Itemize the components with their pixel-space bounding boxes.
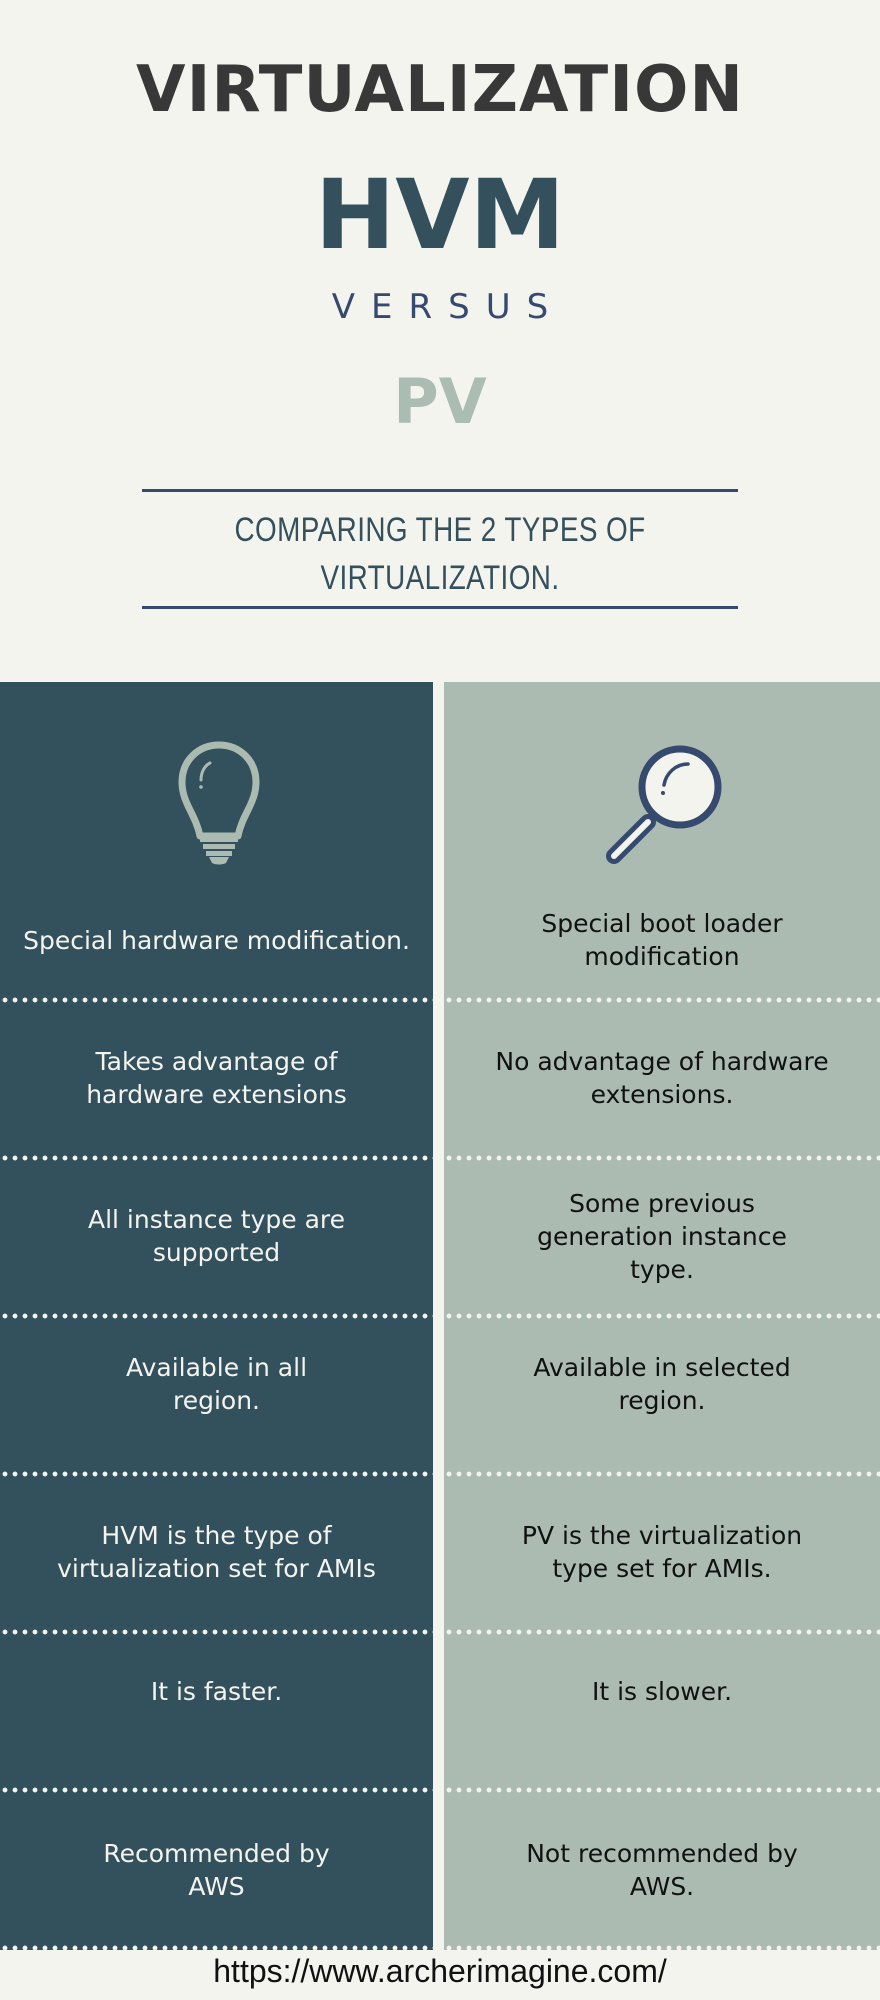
row-divider	[444, 1313, 880, 1319]
subtitle-line-2: VIRTUALIZATION.	[320, 559, 560, 597]
row-divider	[0, 1787, 433, 1793]
hvm-feature-5: HVM is the type of virtualization set fo…	[57, 1521, 376, 1583]
hvm-feature-1: Special hardware modification.	[23, 925, 410, 955]
pv-feature-5: PV is the virtualization type set for AM…	[521, 1521, 803, 1583]
pv-heading: PV	[393, 365, 487, 438]
lightbulb-icon	[176, 740, 262, 866]
subtitle-top-divider	[142, 489, 738, 492]
row-divider	[0, 997, 433, 1003]
subtitle-line-1: COMPARING THE 2 TYPES OF	[234, 511, 646, 549]
versus-label: VERSUS	[331, 287, 565, 327]
hvm-feature-3: All instance type are supported	[87, 1205, 346, 1267]
magnifying-glass-icon	[598, 740, 728, 870]
row-divider	[444, 1155, 880, 1161]
pv-feature-6: It is slower.	[591, 1677, 733, 1706]
row-divider	[0, 1313, 433, 1319]
hvm-feature-4: Available in all region.	[125, 1353, 308, 1415]
infographic-title: VIRTUALIZATION	[136, 53, 744, 127]
row-divider	[0, 1471, 433, 1477]
row-divider	[444, 997, 880, 1003]
pv-feature-4: Available in selected region.	[533, 1353, 791, 1415]
hvm-heading: HVM	[314, 159, 566, 271]
pv-feature-1: Special boot loader modification	[541, 909, 783, 971]
subtitle-bottom-divider	[142, 606, 738, 609]
hvm-feature-7: Recommended by AWS	[103, 1839, 330, 1901]
row-divider	[444, 1471, 880, 1477]
subtitle: COMPARING THE 2 TYPES OF VIRTUALIZATION.	[196, 506, 685, 602]
source-url[interactable]: https://www.archerimagine.com/	[0, 1951, 880, 1991]
hvm-feature-6: It is faster.	[150, 1677, 283, 1706]
pv-feature-7: Not recommended by AWS.	[526, 1839, 798, 1901]
pv-feature-3: Some previous generation instance type.	[537, 1188, 787, 1284]
hvm-feature-2: Takes advantage of hardware extensions	[86, 1047, 347, 1109]
pv-feature-2: No advantage of hardware extensions.	[495, 1047, 829, 1109]
row-divider	[0, 1629, 433, 1635]
row-divider	[0, 1155, 433, 1161]
row-divider	[444, 1629, 880, 1635]
row-divider	[444, 1787, 880, 1793]
